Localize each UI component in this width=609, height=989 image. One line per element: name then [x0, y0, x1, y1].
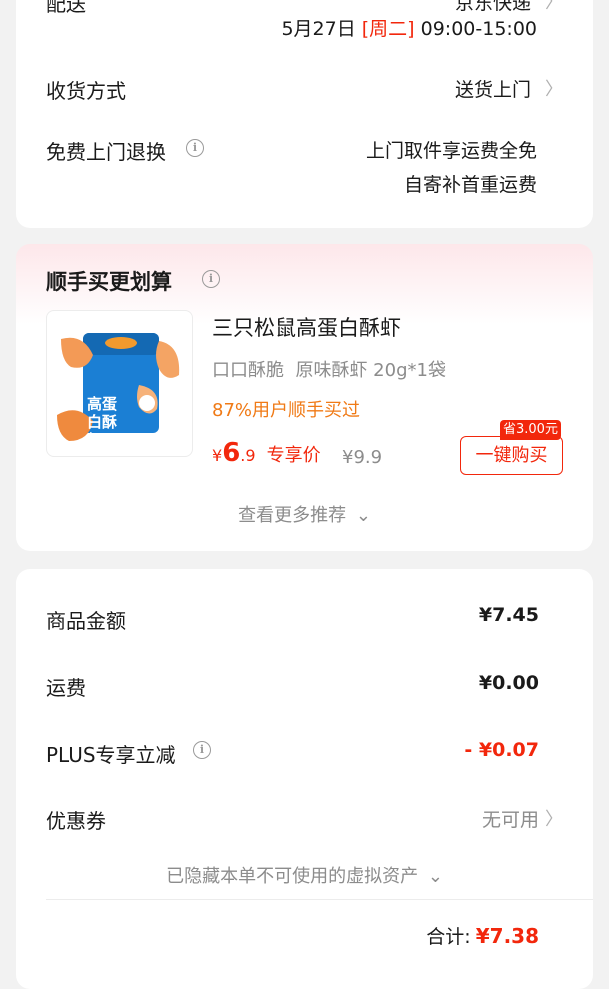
receive-method-label: 收货方式 [46, 79, 126, 103]
total-value: ¥7.38 [475, 924, 539, 948]
product-name[interactable]: 三只松鼠高蛋白酥虾 [212, 312, 401, 342]
shipping-fee-label: 运费 [46, 676, 86, 700]
receive-method-value[interactable]: 送货上门 [455, 75, 531, 102]
product-price: ¥6.9 专享价 [212, 438, 321, 468]
free-return-line2: 自寄补首重运费 [403, 174, 537, 196]
chevron-down-icon: ⌄ [355, 505, 371, 526]
chevron-down-icon: ⌄ [427, 866, 443, 887]
chevron-right-icon[interactable]: 〉 [545, 0, 563, 14]
coupon-value[interactable]: 无可用 [482, 805, 539, 832]
price-symbol: ¥ [212, 446, 223, 465]
total-label: 合计: [426, 926, 471, 948]
coupon-label: 优惠券 [46, 809, 106, 833]
goods-amount-value: ¥7.45 [478, 604, 539, 626]
recommend-title: 顺手买更划算 [46, 270, 172, 294]
summary-card: 商品金额 ¥7.45 运费 ¥0.00 PLUS专享立减 i - ¥0.07 优… [16, 569, 593, 989]
hidden-assets-label: 已隐藏本单不可使用的虚拟资产 [166, 866, 419, 887]
chevron-right-icon[interactable]: 〉 [545, 75, 563, 101]
product-image[interactable]: 高蛋白酥虾 [46, 310, 193, 457]
price-int: 6 [222, 438, 241, 468]
view-more-recommend[interactable]: 查看更多推荐 ⌄ [16, 501, 593, 527]
delivery-time-range: 09:00-15:00 [420, 18, 537, 40]
product-image-text: 高蛋白酥虾 [87, 395, 118, 449]
price-label: 专享价 [266, 445, 321, 466]
price-dec: .9 [240, 446, 256, 465]
info-icon[interactable]: i [186, 139, 204, 157]
order-total: 合计: ¥7.38 [426, 922, 539, 949]
plus-discount-label: PLUS专享立减 [46, 743, 176, 767]
free-return-line1: 上门取件享运费全免 [365, 140, 537, 162]
info-icon[interactable]: i [193, 741, 211, 759]
recommend-card: 顺手买更划算 i 高蛋白酥虾 三只松鼠高蛋白酥虾 口口酥脆 原味酥虾 20g*1… [16, 244, 593, 551]
delivery-method[interactable]: 京东快递 [455, 0, 531, 15]
buy-now-button[interactable]: 一键购买 [460, 436, 563, 475]
product-spec: 口口酥脆 原味酥虾 20g*1袋 [212, 360, 446, 381]
product-tag: 87%用户顺手买过 [212, 400, 361, 421]
delivery-weekday: [周二] [361, 18, 415, 40]
chevron-right-icon[interactable]: 〉 [545, 805, 563, 831]
view-more-label: 查看更多推荐 [238, 505, 347, 526]
shipping-fee-value: ¥0.00 [478, 672, 539, 694]
free-return-label: 免费上门退换 [46, 140, 166, 164]
delivery-label: 配送 [46, 0, 86, 16]
info-icon[interactable]: i [202, 270, 220, 288]
plus-discount-value: - ¥0.07 [464, 739, 539, 761]
delivery-card: 配送 京东快递 〉 5月27日 [周二] 09:00-15:00 收货方式 送货… [16, 0, 593, 228]
original-price: ¥9.9 [342, 447, 383, 468]
hidden-assets-toggle[interactable]: 已隐藏本单不可使用的虚拟资产 ⌄ [16, 862, 593, 888]
divider [46, 899, 593, 900]
goods-amount-label: 商品金额 [46, 609, 126, 633]
delivery-time[interactable]: 5月27日 [周二] 09:00-15:00 [281, 14, 537, 41]
delivery-date: 5月27日 [281, 18, 356, 40]
